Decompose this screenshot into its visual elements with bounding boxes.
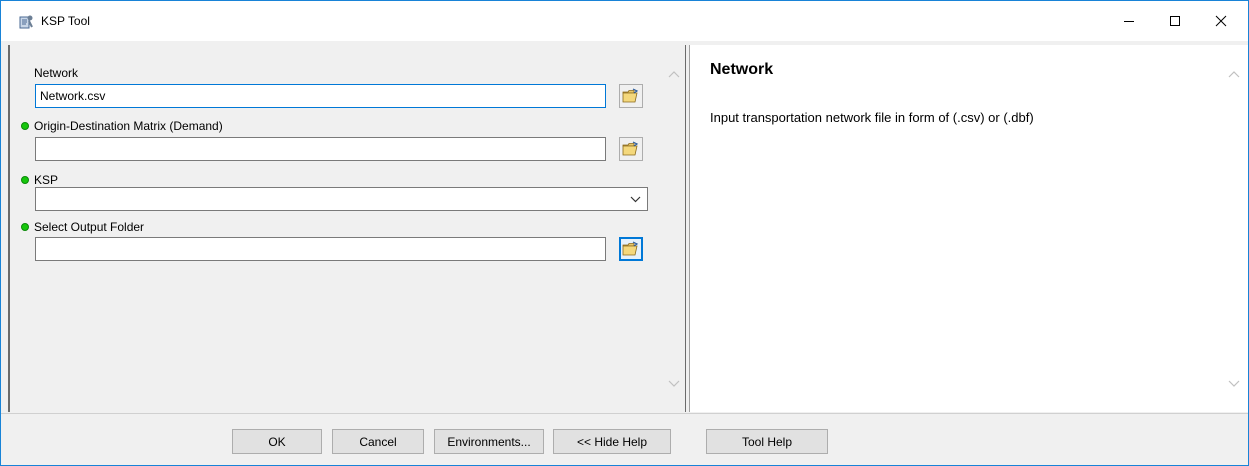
- minimize-icon: [1124, 21, 1134, 22]
- network-label: Network: [34, 66, 79, 80]
- ksp-label: KSP: [34, 173, 59, 187]
- close-button[interactable]: [1198, 1, 1244, 41]
- ok-button[interactable]: OK: [232, 429, 322, 454]
- open-folder-icon: [622, 241, 639, 256]
- help-panel: Network Input transportation network fil…: [689, 45, 1248, 412]
- output-folder-input[interactable]: [35, 237, 606, 261]
- tool-help-button[interactable]: Tool Help: [706, 429, 828, 454]
- scroll-down-icon[interactable]: [1227, 379, 1241, 389]
- required-indicator: [21, 176, 29, 184]
- network-input[interactable]: [35, 84, 606, 108]
- hide-help-button[interactable]: << Hide Help: [553, 429, 671, 454]
- maximize-button[interactable]: [1152, 1, 1198, 41]
- output-folder-browse-button[interactable]: [619, 237, 643, 261]
- scroll-down-icon[interactable]: [667, 379, 681, 389]
- scroll-up-icon[interactable]: [1227, 69, 1241, 79]
- od-matrix-input[interactable]: [35, 137, 606, 161]
- open-folder-icon: [622, 88, 639, 103]
- od-matrix-label: Origin-Destination Matrix (Demand): [34, 119, 223, 133]
- scroll-up-icon[interactable]: [667, 69, 681, 79]
- chevron-down-icon: [630, 196, 641, 203]
- ksp-tool-window: KSP Tool Network Origin-Destination Matr…: [0, 0, 1249, 466]
- maximize-icon: [1170, 16, 1180, 26]
- button-bar: OK Cancel Environments... << Hide Help T…: [1, 413, 1248, 465]
- help-text: Input transportation network file in for…: [710, 110, 1034, 125]
- window-title: KSP Tool: [41, 14, 90, 28]
- od-matrix-browse-button[interactable]: [619, 137, 643, 161]
- minimize-button[interactable]: [1106, 1, 1152, 41]
- title-bar[interactable]: KSP Tool: [1, 1, 1248, 41]
- open-folder-icon: [622, 141, 639, 156]
- network-browse-button[interactable]: [619, 84, 643, 108]
- close-icon: [1215, 15, 1227, 27]
- ksp-tool-icon: [19, 15, 33, 29]
- environments-button[interactable]: Environments...: [434, 429, 544, 454]
- output-folder-label: Select Output Folder: [34, 220, 145, 234]
- help-title: Network: [710, 61, 774, 78]
- parameters-panel: Network Origin-Destination Matrix (Deman…: [8, 45, 685, 412]
- required-indicator: [21, 223, 29, 231]
- required-indicator: [21, 122, 29, 130]
- cancel-button[interactable]: Cancel: [332, 429, 424, 454]
- ksp-dropdown[interactable]: [35, 187, 648, 211]
